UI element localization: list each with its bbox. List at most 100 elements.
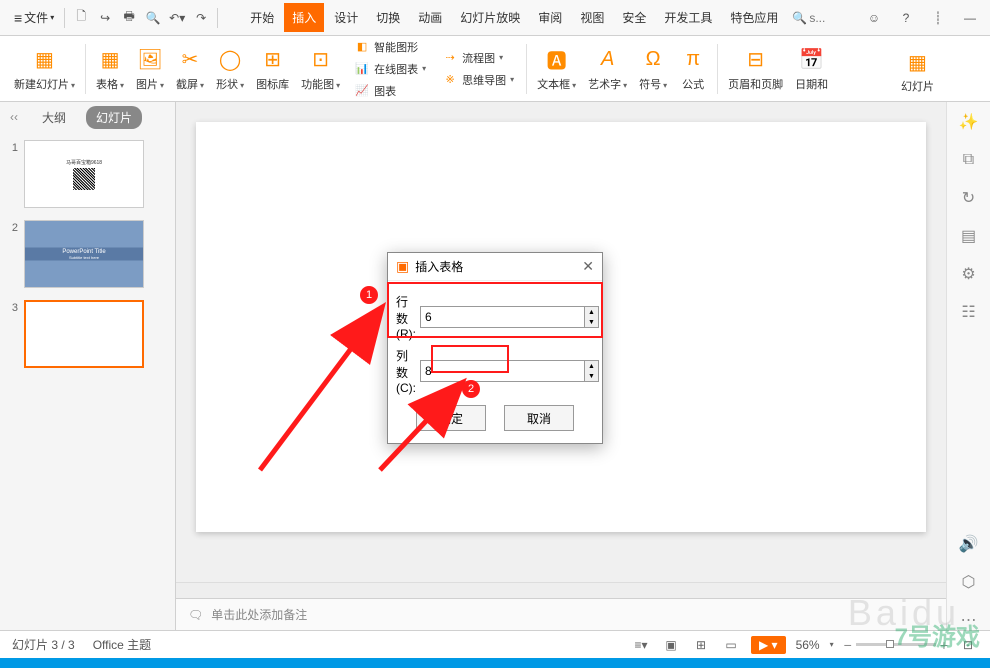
collapse-panel-button[interactable]: ‹‹: [10, 110, 18, 124]
spin-up-icon[interactable]: ▲: [585, 307, 598, 317]
wordart-label: 艺术字: [588, 76, 627, 92]
table-button[interactable]: ▦ 表格: [90, 42, 130, 96]
flow-button[interactable]: ⇢流程图▾: [438, 48, 518, 68]
ok-button[interactable]: 确定: [416, 405, 486, 431]
help-icon[interactable]: ?: [894, 6, 918, 30]
qr-icon: [73, 168, 95, 190]
layout-icon[interactable]: ▤: [959, 226, 979, 246]
header-footer-label: 页眉和页脚: [728, 76, 783, 92]
symbol-button[interactable]: Ω 符号: [633, 42, 673, 96]
shapes-button[interactable]: ◯ 形状: [210, 42, 250, 96]
cols-input[interactable]: [421, 361, 584, 381]
textbox-label: 文本框: [537, 76, 576, 92]
tab-animation[interactable]: 动画: [410, 3, 450, 32]
template-icon[interactable]: ⧉: [959, 150, 979, 170]
settings-icon[interactable]: ⚙: [959, 264, 979, 284]
chart-button[interactable]: 📈图表: [350, 81, 430, 101]
library-icon[interactable]: ☷: [959, 302, 979, 322]
notes-input[interactable]: 🗨 单击此处添加备注: [176, 598, 946, 630]
online-chart-button[interactable]: 📊在线图表▾: [350, 59, 430, 79]
chevron-down-icon[interactable]: ▾: [830, 640, 834, 649]
redo-icon[interactable]: ↷: [189, 6, 213, 30]
tab-view[interactable]: 视图: [572, 3, 612, 32]
more-icon[interactable]: ⋯: [959, 610, 979, 630]
datetime-button[interactable]: 📅 日期和: [789, 42, 834, 96]
search-input[interactable]: [809, 11, 849, 25]
zoom-in-icon[interactable]: +: [940, 637, 948, 653]
reading-view-icon[interactable]: ▭: [721, 635, 741, 655]
picture-label: 图片: [136, 76, 164, 92]
screenshot-icon: ✂: [176, 46, 204, 74]
icon-library-icon: ⊞: [259, 46, 287, 74]
spin-down-icon[interactable]: ▼: [585, 317, 598, 327]
cols-field: 列数(C): ▲▼: [396, 347, 594, 395]
slides-tab[interactable]: 幻灯片: [86, 106, 142, 129]
spin-up-icon[interactable]: ▲: [585, 361, 598, 371]
icon-library-label: 图标库: [256, 76, 289, 92]
dialog-body: 行数(R): ▲▼ 列数(C): ▲▼ 确定 取消: [388, 281, 602, 443]
sorter-view-icon[interactable]: ⊞: [691, 635, 711, 655]
feedback-icon[interactable]: ☺: [862, 6, 886, 30]
ribbon-overflow[interactable]: ▦ 幻灯片: [895, 44, 940, 98]
rows-spin-buttons[interactable]: ▲▼: [584, 307, 598, 327]
outline-tab[interactable]: 大纲: [32, 106, 76, 129]
spin-down-icon[interactable]: ▼: [585, 371, 598, 381]
mindmap-button[interactable]: ※思维导图▾: [438, 70, 518, 90]
slideshow-button[interactable]: ▶ ▾: [751, 636, 786, 654]
dialog-titlebar[interactable]: ▣ 插入表格 ✕: [388, 253, 602, 281]
history-icon[interactable]: ↻: [959, 188, 979, 208]
tab-transition[interactable]: 切换: [368, 3, 408, 32]
cols-spinbox[interactable]: ▲▼: [420, 360, 599, 382]
zoom-track[interactable]: [856, 643, 936, 646]
save-icon[interactable]: 🗋: [69, 6, 93, 30]
design-icon[interactable]: ✨: [959, 112, 979, 132]
cancel-button[interactable]: 取消: [504, 405, 574, 431]
function-chart-button[interactable]: ⊡ 功能图: [295, 42, 346, 96]
thumb-content: 马哥百宝箱9618: [66, 159, 102, 166]
tab-security[interactable]: 安全: [614, 3, 654, 32]
screenshot-button[interactable]: ✂ 截屏: [170, 42, 210, 96]
slide-thumb-1[interactable]: 马哥百宝箱9618: [24, 140, 144, 208]
notes-toggle-icon[interactable]: ≡▾: [631, 635, 651, 655]
minimize-icon[interactable]: —: [958, 6, 982, 30]
cols-spin-buttons[interactable]: ▲▼: [584, 361, 598, 381]
normal-view-icon[interactable]: ▣: [661, 635, 681, 655]
tab-start[interactable]: 开始: [242, 3, 282, 32]
shapes-icon: ◯: [216, 46, 244, 74]
textbox-button[interactable]: 🅰 文本框: [531, 42, 582, 96]
sound-icon[interactable]: 🔊: [959, 534, 979, 554]
preview-icon[interactable]: 🔍: [141, 6, 165, 30]
tab-review[interactable]: 审阅: [530, 3, 570, 32]
tab-design[interactable]: 设计: [326, 3, 366, 32]
smart-graphics-button[interactable]: ◧智能图形: [350, 37, 430, 57]
app-menu-button[interactable]: ≡ 文件 ▾: [8, 5, 60, 30]
zoom-slider[interactable]: − +: [844, 637, 948, 653]
slide-thumb-3[interactable]: [24, 300, 144, 368]
rows-input[interactable]: [421, 307, 584, 327]
export-icon[interactable]: ↪: [93, 6, 117, 30]
tab-special[interactable]: 特色应用: [722, 3, 786, 32]
print-icon[interactable]: 🖶: [117, 6, 141, 30]
tab-insert[interactable]: 插入: [284, 3, 324, 32]
fit-icon[interactable]: ⊡: [958, 635, 978, 655]
formula-button[interactable]: π 公式: [673, 42, 713, 96]
header-footer-button[interactable]: ⊟ 页眉和页脚: [722, 42, 789, 96]
zoom-level[interactable]: 56%: [796, 638, 820, 652]
picture-button[interactable]: 🖼 图片: [130, 42, 170, 96]
tab-slideshow[interactable]: 幻灯片放映: [452, 3, 528, 32]
shield-icon[interactable]: ⬡: [959, 572, 979, 592]
horizontal-scrollbar[interactable]: [176, 582, 946, 598]
slide-thumb-2[interactable]: PowerPoint Title Subtitle text here: [24, 220, 144, 288]
close-icon[interactable]: ✕: [582, 258, 594, 275]
rows-spinbox[interactable]: ▲▼: [420, 306, 599, 328]
zoom-thumb[interactable]: [886, 640, 894, 648]
zoom-out-icon[interactable]: −: [844, 637, 852, 653]
wordart-button[interactable]: A 艺术字: [582, 42, 633, 96]
icon-library-button[interactable]: ⊞ 图标库: [250, 42, 295, 96]
chart-icon: 📈: [354, 83, 370, 99]
new-slide-button[interactable]: ▦ 新建幻灯片: [8, 42, 81, 96]
undo-icon[interactable]: ↶▾: [165, 6, 189, 30]
search-box[interactable]: 🔍: [792, 11, 849, 25]
tab-devtools[interactable]: 开发工具: [656, 3, 720, 32]
thumb-number: 3: [8, 300, 18, 368]
